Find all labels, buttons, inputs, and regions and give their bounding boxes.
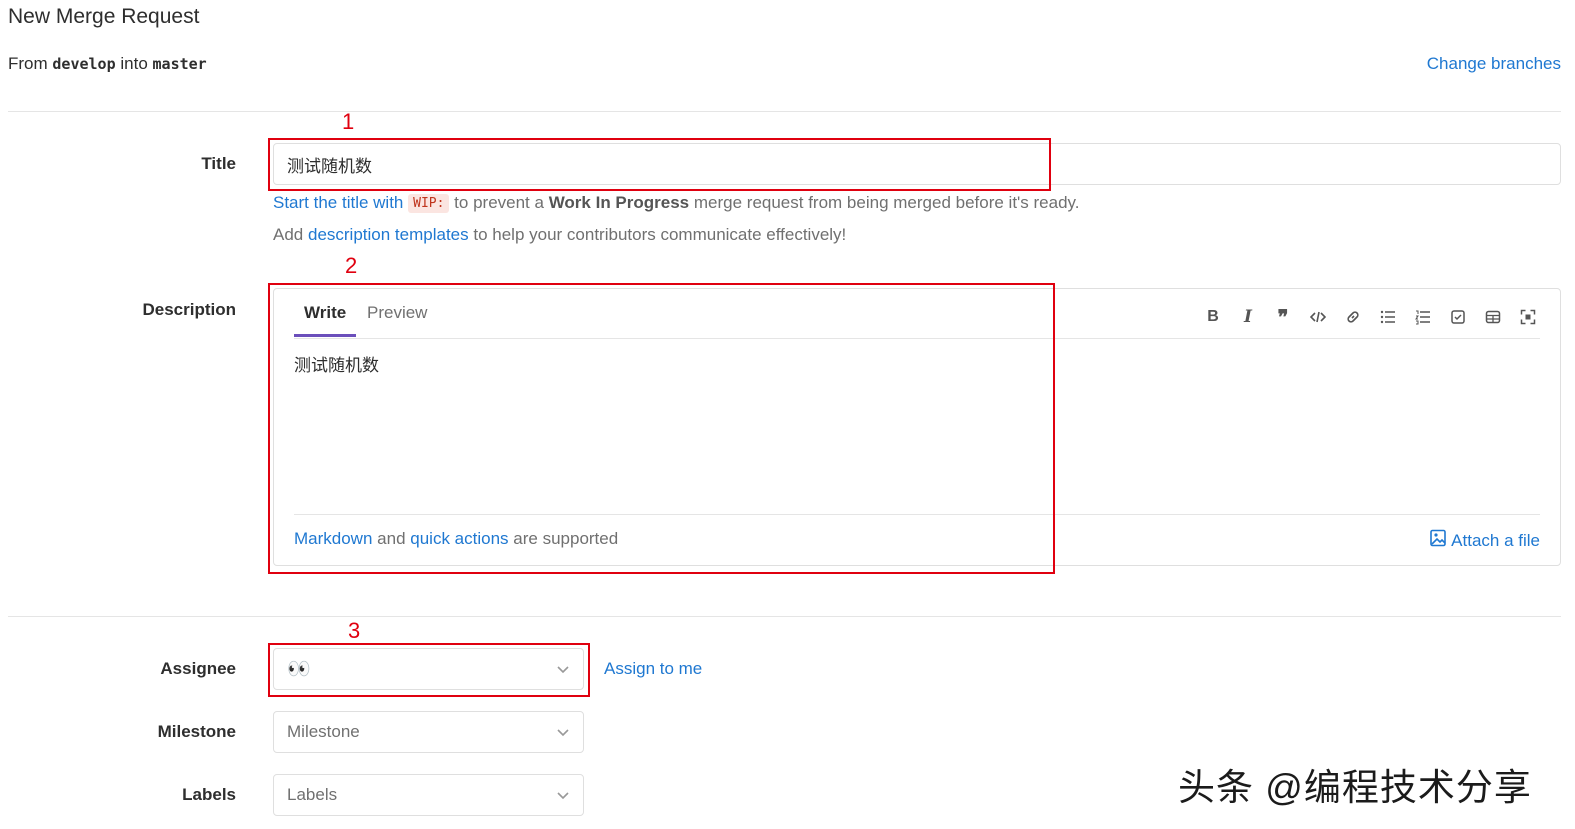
divider bbox=[8, 616, 1561, 617]
chevron-down-icon bbox=[557, 729, 569, 737]
into-word: into bbox=[120, 54, 148, 73]
templates-post: to help your contributors communicate ef… bbox=[473, 225, 847, 244]
markdown-link[interactable]: Markdown bbox=[294, 529, 372, 548]
labels-label: Labels bbox=[182, 785, 236, 804]
assign-to-me-link[interactable]: Assign to me bbox=[604, 659, 702, 679]
assignee-value: 👀 bbox=[287, 659, 311, 680]
branch-summary: From develop into master bbox=[8, 54, 207, 74]
wip-hint-mid: to prevent a bbox=[454, 193, 544, 212]
wip-hint: Start the title with WIP: to prevent a W… bbox=[273, 193, 1080, 213]
quick-actions-link[interactable]: quick actions bbox=[410, 529, 508, 548]
fullscreen-icon[interactable] bbox=[1515, 305, 1541, 329]
tab-preview[interactable]: Preview bbox=[367, 303, 427, 337]
editor-footer-divider bbox=[294, 514, 1540, 515]
description-editor bbox=[273, 288, 1561, 566]
page-title: New Merge Request bbox=[8, 5, 200, 28]
annotation-number-2: 2 bbox=[345, 253, 358, 278]
task-list-icon[interactable] bbox=[1445, 305, 1471, 329]
from-prefix: From bbox=[8, 54, 48, 73]
markdown-toolbar: B I ❞ bbox=[1200, 305, 1541, 329]
link-icon[interactable] bbox=[1340, 305, 1366, 329]
milestone-placeholder: Milestone bbox=[287, 722, 360, 741]
milestone-label: Milestone bbox=[157, 722, 236, 741]
italic-icon[interactable]: I bbox=[1235, 305, 1261, 329]
description-label: Description bbox=[142, 300, 236, 319]
quote-icon[interactable]: ❞ bbox=[1270, 305, 1296, 329]
target-branch: master bbox=[152, 55, 207, 73]
templates-hint: Add description templates to help your c… bbox=[273, 225, 846, 245]
wip-hint-end: merge request from being merged before i… bbox=[693, 193, 1080, 212]
title-label: Title bbox=[201, 154, 236, 173]
assignee-dropdown[interactable]: 👀 bbox=[273, 648, 584, 690]
attach-file-label: Attach a file bbox=[1451, 530, 1540, 550]
description-textarea[interactable]: 测试随机数 bbox=[294, 351, 379, 376]
wip-hint-bold: Work In Progress bbox=[548, 193, 690, 212]
footer-and: and bbox=[377, 529, 406, 548]
chevron-down-icon bbox=[557, 792, 569, 800]
labels-placeholder: Labels bbox=[287, 785, 338, 804]
table-icon[interactable] bbox=[1480, 305, 1506, 329]
change-branches-link[interactable]: Change branches bbox=[1427, 54, 1561, 74]
milestone-dropdown[interactable]: Milestone bbox=[273, 711, 584, 753]
watermark: 头条 @编程技术分享 bbox=[1178, 767, 1532, 808]
wip-code: WIP: bbox=[408, 194, 450, 213]
assignee-label: Assignee bbox=[160, 659, 236, 678]
divider bbox=[8, 111, 1561, 112]
templates-pre: Add bbox=[273, 225, 304, 244]
title-input-value: 测试随机数 bbox=[287, 156, 372, 176]
labels-dropdown[interactable]: Labels bbox=[273, 774, 584, 816]
image-icon bbox=[1429, 529, 1447, 552]
bold-icon[interactable]: B bbox=[1200, 305, 1226, 329]
annotation-number-3: 3 bbox=[348, 618, 361, 643]
bullet-list-icon[interactable] bbox=[1375, 305, 1401, 329]
tabs-divider bbox=[294, 338, 1540, 339]
attach-file-button[interactable]: Attach a file bbox=[1429, 529, 1540, 552]
title-input[interactable]: 测试随机数 bbox=[273, 143, 1561, 185]
description-templates-link[interactable]: description templates bbox=[308, 225, 469, 244]
markdown-support-note: Markdown and quick actions are supported bbox=[294, 529, 618, 549]
tab-write[interactable]: Write bbox=[294, 303, 357, 337]
wip-hint-link[interactable]: Start the title with bbox=[273, 193, 403, 212]
chevron-down-icon bbox=[557, 666, 569, 674]
footer-end: are supported bbox=[513, 529, 619, 548]
code-icon[interactable] bbox=[1305, 305, 1331, 329]
source-branch: develop bbox=[52, 55, 116, 73]
annotation-number-1: 1 bbox=[342, 109, 355, 134]
numbered-list-icon[interactable] bbox=[1410, 305, 1436, 329]
